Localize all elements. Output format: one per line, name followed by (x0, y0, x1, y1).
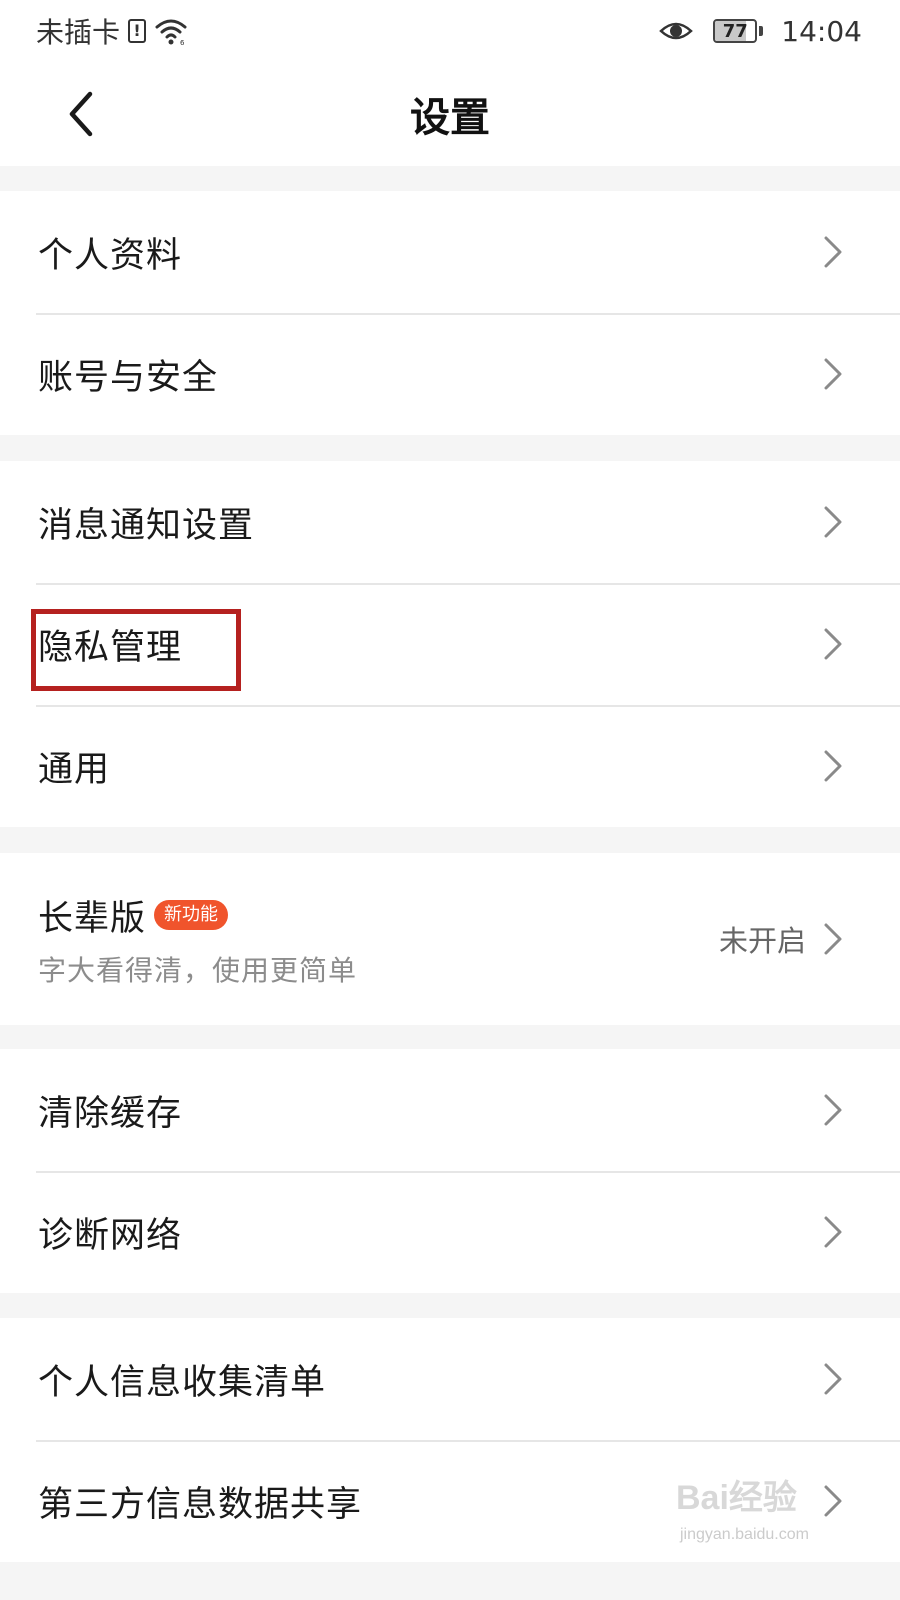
status-bar: 未插卡 ! 6 77 14:04 (0, 0, 900, 62)
chevron-right-icon (824, 750, 842, 782)
clock: 14:04 (781, 14, 862, 48)
status-right: 77 14:04 (659, 15, 862, 48)
elder-mode-subtitle: 字大看得清，使用更简单 (38, 953, 358, 987)
elder-mode-text: 长辈版 新功能 字大看得清，使用更简单 (38, 890, 719, 989)
section-account: 个人资料 账号与安全 (0, 191, 900, 435)
row-profile[interactable]: 个人资料 (0, 191, 900, 313)
row-third-party-sharing[interactable]: 第三方信息数据共享 (0, 1440, 900, 1562)
battery-indicator: 77 (713, 19, 764, 43)
elder-mode-title-line: 长辈版 新功能 (38, 890, 719, 941)
row-label: 诊断网络 (38, 1215, 183, 1256)
row-diagnose-network[interactable]: 诊断网络 (0, 1171, 900, 1293)
row-personal-info-list[interactable]: 个人信息收集清单 (0, 1318, 900, 1440)
section-info: 个人信息收集清单 第三方信息数据共享 (0, 1318, 900, 1562)
chevron-right-icon (824, 923, 842, 955)
battery-tip (759, 26, 764, 36)
row-label: 第三方信息数据共享 (38, 1484, 363, 1525)
row-label: 隐私管理 (38, 627, 183, 668)
chevron-right-icon (824, 1216, 842, 1248)
wifi-icon: 6 (155, 19, 187, 46)
chevron-right-icon (824, 1485, 842, 1517)
page-title: 设置 (410, 95, 490, 141)
chevron-right-icon (824, 1363, 842, 1395)
row-clear-cache[interactable]: 清除缓存 (0, 1049, 900, 1171)
chevron-right-icon (824, 358, 842, 390)
row-label: 通用 (38, 749, 111, 790)
row-notification-settings[interactable]: 消息通知设置 (0, 461, 900, 583)
chevron-right-icon (824, 1094, 842, 1126)
row-general[interactable]: 通用 (0, 705, 900, 827)
row-privacy-management[interactable]: 隐私管理 (0, 583, 900, 705)
battery-body: 77 (713, 19, 758, 43)
chevron-right-icon (824, 236, 842, 268)
row-label: 个人资料 (38, 235, 183, 276)
carrier-text: 未插卡 (36, 16, 121, 49)
section-tools: 清除缓存 诊断网络 (0, 1049, 900, 1293)
nav-header: 设置 (0, 62, 900, 166)
status-left: 未插卡 ! 6 (36, 11, 188, 51)
chevron-right-icon (824, 628, 842, 660)
row-label: 账号与安全 (38, 357, 219, 398)
row-label: 清除缓存 (38, 1093, 183, 1134)
row-label: 消息通知设置 (38, 505, 255, 546)
new-feature-badge: 新功能 (154, 900, 229, 930)
chevron-right-icon (824, 506, 842, 538)
eye-icon (659, 22, 694, 40)
chevron-left-icon (69, 91, 93, 137)
sim-alert-icon: ! (128, 19, 147, 43)
battery-level: 77 (722, 20, 748, 42)
section-preferences: 消息通知设置 隐私管理 通用 (0, 461, 900, 827)
row-account-security[interactable]: 账号与安全 (0, 313, 900, 435)
svg-text:6: 6 (180, 39, 185, 46)
section-elder-mode: 长辈版 新功能 字大看得清，使用更简单 未开启 (0, 853, 900, 1025)
elder-mode-title: 长辈版 (38, 898, 147, 939)
back-button[interactable] (56, 86, 106, 142)
settings-screen: 未插卡 ! 6 77 14:04 设置 个人资料 账号与安全 消息通知设置 隐私… (0, 0, 900, 1600)
row-elder-mode[interactable]: 长辈版 新功能 字大看得清，使用更简单 未开启 (0, 853, 900, 1025)
elder-mode-status: 未开启 (718, 924, 806, 958)
row-label: 个人信息收集清单 (38, 1362, 327, 1403)
